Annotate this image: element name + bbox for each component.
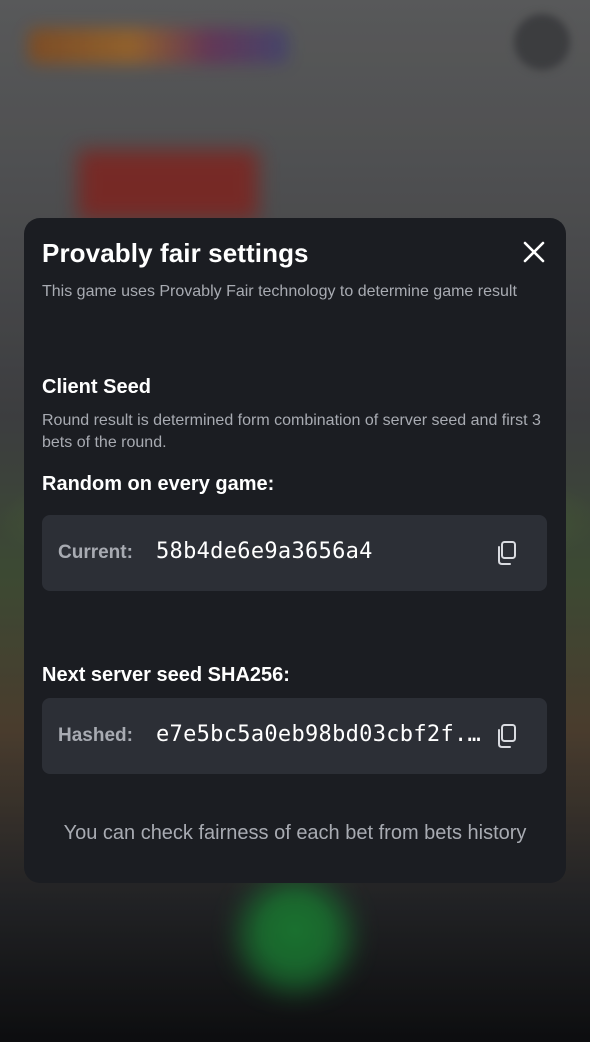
hashed-seed-field: Hashed: e7e5bc5a0eb98bd03cbf2f... — [42, 698, 547, 774]
client-seed-title: Client Seed — [42, 376, 151, 398]
next-server-seed-label: Next server seed SHA256: — [42, 664, 290, 686]
provably-fair-modal: Provably fair settings This game uses Pr… — [24, 218, 566, 883]
copy-icon — [498, 541, 516, 565]
close-icon — [523, 241, 545, 263]
hashed-seed-label: Hashed: — [58, 725, 133, 746]
close-button[interactable] — [520, 238, 548, 266]
fairness-footer-note: You can check fairness of each bet from … — [63, 822, 527, 844]
copy-current-seed-button[interactable] — [495, 540, 519, 566]
modal-subtitle: This game uses Provably Fair technology … — [42, 283, 517, 300]
current-seed-value[interactable]: 58b4de6e9a3656a4 — [156, 539, 486, 564]
current-seed-field: Current: 58b4de6e9a3656a4 — [42, 515, 547, 591]
client-seed-description: Round result is determined form combinat… — [42, 412, 541, 451]
modal-title: Provably fair settings — [42, 238, 309, 268]
copy-icon — [498, 724, 516, 748]
copy-hashed-seed-button[interactable] — [495, 723, 519, 749]
random-every-game-label: Random on every game: — [42, 473, 275, 495]
hashed-seed-value[interactable]: e7e5bc5a0eb98bd03cbf2f... — [156, 722, 486, 747]
current-seed-label: Current: — [58, 542, 133, 563]
